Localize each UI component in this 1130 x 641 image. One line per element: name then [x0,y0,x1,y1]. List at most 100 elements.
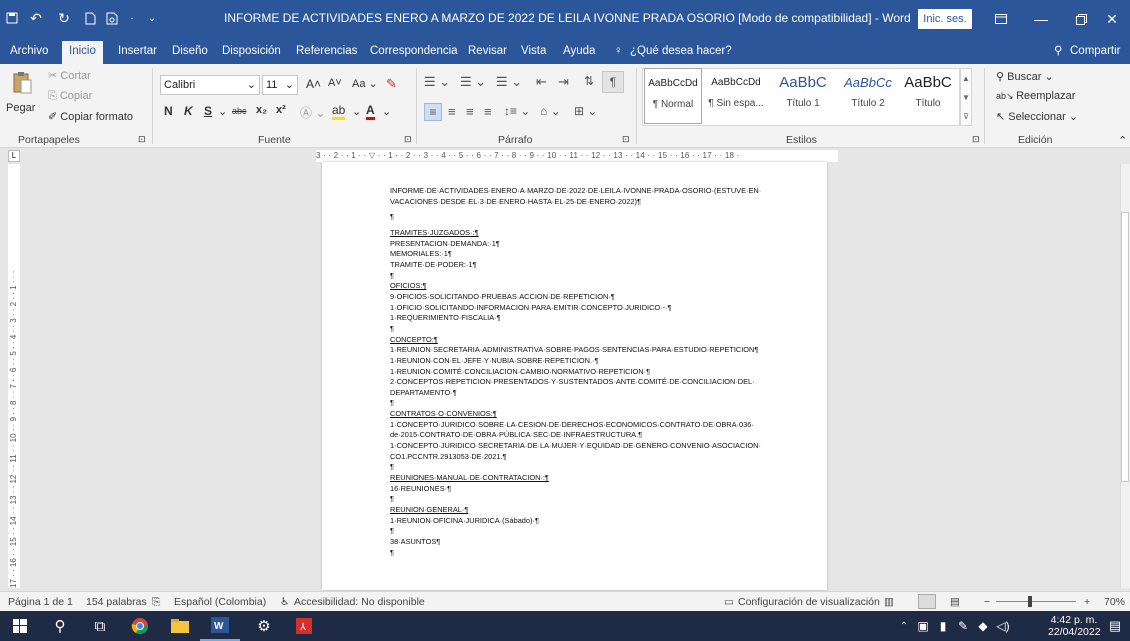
windows-start-icon[interactable] [0,611,40,641]
chevron-up-icon[interactable]: ⌃ [896,611,912,641]
language[interactable]: Español (Colombia) [174,596,266,608]
read-mode-icon[interactable]: ▥ [884,596,894,608]
decrease-indent-icon[interactable]: ⇤ [536,74,547,90]
style-title[interactable]: AaBbC Título [900,68,956,124]
network-icon[interactable]: ◆ [974,611,992,641]
tab-inicio[interactable]: Inicio [62,41,103,64]
tab-insertar[interactable]: Insertar [116,38,159,64]
chevron-down-icon[interactable]: ⌄ [218,105,227,118]
bullets-icon[interactable]: ☰ ⌄ [424,74,450,90]
dialog-launcher-icon[interactable]: ⊡ [622,134,630,145]
grow-font-icon[interactable]: A˄ [306,77,321,91]
close-button[interactable]: ✕ [1094,0,1130,38]
font-name-select[interactable]: Calibri ⌄ [160,75,260,95]
sign-in-button[interactable]: Inic. ses. [918,9,972,29]
style-no-spacing[interactable]: AaBbCcDd ¶ Sin espa... [706,68,766,124]
multilevel-list-icon[interactable]: ☰ ⌄ [496,74,522,90]
subscript-button[interactable]: x₂ [256,104,267,116]
zoom-out-icon[interactable]: − [984,596,990,608]
vertical-ruler[interactable]: 17 · · 16 · · 15 · · 14 · · 13 · · 12 · … [8,164,20,588]
tell-me-input[interactable]: ¿Qué desea hacer? [628,38,734,64]
word-count[interactable]: 154 palabras [86,596,147,608]
underline-button[interactable]: S [204,104,212,118]
meet-now-icon[interactable]: ▣ [914,611,932,641]
zoom-level[interactable]: 70% [1104,596,1125,608]
style-heading-1[interactable]: AaBbC Título 1 [770,68,836,124]
display-settings-icon[interactable]: ▭ [724,596,734,608]
select-button[interactable]: ↖ Seleccionar ⌄ [996,110,1078,123]
font-size-select[interactable]: 11 ⌄ [262,75,298,95]
chrome-icon[interactable] [120,611,160,641]
zoom-in-icon[interactable]: + [1084,596,1090,608]
accessibility-status[interactable]: Accesibilidad: No disponible [294,596,425,608]
increase-indent-icon[interactable]: ⇥ [558,74,569,90]
zoom-slider[interactable] [996,601,1076,602]
proofing-icon[interactable]: ⎘ [152,596,160,609]
paste-button[interactable]: Pegar [6,68,38,124]
task-view-icon[interactable]: ⧉ [80,611,120,641]
shrink-font-icon[interactable]: A˅ [328,77,342,89]
clear-formatting-icon[interactable]: ✎ [386,76,397,92]
tab-disposicion[interactable]: Disposición [220,38,283,64]
search-icon[interactable]: ⚲ [40,611,80,641]
save-icon[interactable] [0,6,24,30]
highlight-color-icon[interactable]: ab [332,103,346,120]
chevron-down-icon[interactable]: ⌄ [352,105,361,118]
text-effects-icon[interactable]: Ⓐ ⌄ [300,104,325,121]
justify-icon[interactable]: ≡ [484,104,492,119]
find-button[interactable]: ⚲ Buscar ⌄ [996,70,1054,83]
sort-icon[interactable]: ⇅ [584,74,594,88]
align-center-icon[interactable]: ≡ [448,104,456,119]
strikethrough-button[interactable]: abc [232,106,247,116]
acrobat-icon[interactable]: ⅄ [284,611,324,641]
tab-archivo[interactable]: Archivo [8,38,50,64]
dialog-launcher-icon[interactable]: ⊡ [138,134,146,145]
clock[interactable]: 4:42 p. m. 22/04/2022 [1048,614,1101,638]
chevron-down-icon[interactable]: ⌄ [382,105,391,118]
cut-button[interactable]: ✂ Cortar [48,69,91,82]
pen-icon[interactable]: ✎ [954,611,972,641]
display-settings[interactable]: Configuración de visualización [738,596,880,608]
styles-scroll[interactable]: ▲ ▼ ⊽ [960,68,972,126]
file-explorer-icon[interactable] [160,611,200,641]
web-layout-icon[interactable]: ▤ [950,596,960,608]
shading-icon[interactable]: ⌂ ⌄ [540,104,561,118]
redo-icon[interactable]: ↻ [52,6,76,30]
word-taskbar-icon[interactable]: W [200,611,240,641]
tab-correspondencia[interactable]: Correspondencia [368,38,460,64]
style-heading-2[interactable]: AaBbCc Título 2 [838,68,898,124]
tab-referencias[interactable]: Referencias [294,38,359,64]
page-count[interactable]: Página 1 de 1 [8,596,73,608]
notifications-icon[interactable]: ▤ [1100,611,1130,641]
superscript-button[interactable]: x² [276,104,286,116]
collapse-ribbon-icon[interactable]: ⌃ [1118,134,1127,147]
volume-icon[interactable]: ◁) [994,611,1012,641]
tab-ayuda[interactable]: Ayuda [561,38,597,64]
style-normal[interactable]: AaBbCcDd ¶ Normal [644,68,702,124]
align-left-icon[interactable]: ≡ [424,103,442,121]
scrollbar-thumb[interactable] [1121,212,1129,482]
battery-icon[interactable]: ▮ [934,611,952,641]
new-document-icon[interactable] [78,6,102,30]
borders-icon[interactable]: ⊞ ⌄ [574,104,597,118]
share-button[interactable]: Compartir [1068,38,1122,64]
dialog-launcher-icon[interactable]: ⊡ [404,134,412,145]
document-body[interactable]: INFORME·DE·ACTIVIDADES·ENERO·A·MARZO·DE·… [390,186,770,558]
line-spacing-icon[interactable]: ↕≡ ⌄ [504,104,530,118]
font-color-icon[interactable]: A [366,103,375,120]
settings-icon[interactable]: ⚙ [244,611,284,641]
tab-diseno[interactable]: Diseño [170,38,210,64]
replace-button[interactable]: ab↘ Reemplazar [996,90,1075,102]
bold-button[interactable]: N [164,104,173,118]
numbering-icon[interactable]: ☰ ⌄ [460,74,486,90]
tab-selector[interactable]: L [8,150,20,162]
align-right-icon[interactable]: ≡ [466,104,474,119]
share-icon[interactable]: ⚲ [1052,38,1064,64]
zoom-slider-thumb[interactable] [1028,596,1032,607]
italic-button[interactable]: K [184,104,193,118]
tab-vista[interactable]: Vista [519,38,548,64]
format-painter-button[interactable]: ✐ Copiar formato [48,110,133,123]
tab-revisar[interactable]: Revisar [466,38,509,64]
accessibility-icon[interactable]: ♿︎ [280,596,289,608]
horizontal-ruler[interactable]: 3 · · 2 · · 1 · · ▽ · · 1 · · 2 · · 3 · … [316,150,838,162]
